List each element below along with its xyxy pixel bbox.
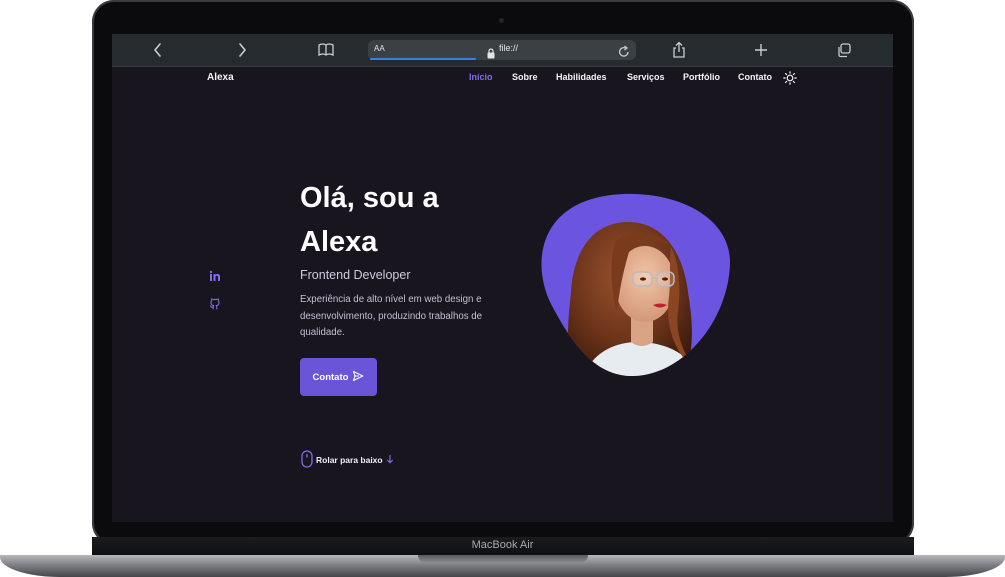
hero-description: Experiência de alto nível em web design …	[300, 294, 483, 338]
laptop-opening-notch	[418, 555, 588, 563]
tabs-overview-icon[interactable]	[837, 41, 851, 59]
lock-icon	[487, 44, 495, 63]
contact-button-label: Contato	[312, 371, 349, 383]
address-bar[interactable]: AA file://	[368, 40, 636, 60]
forward-icon[interactable]	[237, 41, 247, 59]
send-icon	[352, 370, 364, 385]
new-tab-icon[interactable]	[754, 41, 768, 59]
nav-link-contato[interactable]: Contato	[738, 72, 772, 82]
linkedin-icon[interactable]	[209, 267, 221, 286]
mouse-icon	[301, 450, 313, 470]
contact-button[interactable]: Contato	[300, 358, 377, 396]
device-model-label: MacBook Air	[471, 539, 534, 551]
browser-toolbar: AA file://	[112, 34, 893, 67]
bookmarks-icon[interactable]	[318, 41, 334, 59]
hero-title: Olá, sou a Alexa	[300, 176, 520, 264]
share-icon[interactable]	[672, 41, 686, 59]
hero-title-line2: Alexa	[300, 226, 378, 258]
reload-icon[interactable]	[618, 43, 630, 62]
nav-link-servicos[interactable]: Serviços	[627, 72, 665, 82]
webcam	[499, 18, 504, 23]
nav-link-portfolio[interactable]: Portfólio	[683, 72, 720, 82]
hero-subtitle: Frontend Developer	[300, 268, 411, 282]
nav-link-habilidades[interactable]: Habilidades	[556, 72, 607, 82]
url-text: file://	[499, 43, 519, 53]
sun-icon[interactable]	[783, 70, 797, 89]
page-load-progress	[370, 58, 476, 60]
github-icon[interactable]	[209, 295, 221, 314]
text-size-button[interactable]: AA	[374, 44, 385, 53]
scroll-down-link[interactable]: Rolar para baixo	[301, 450, 394, 470]
hero-title-line1: Olá, sou a	[300, 182, 439, 214]
profile-image	[533, 192, 733, 382]
nav-link-inicio[interactable]: Início	[469, 72, 493, 82]
site-logo[interactable]: Alexa	[207, 72, 234, 83]
nav-link-sobre[interactable]: Sobre	[512, 72, 538, 82]
back-icon[interactable]	[153, 41, 163, 59]
scroll-down-label: Rolar para baixo	[316, 455, 383, 465]
laptop-screen: AA file:// Alexa Início Sobre Habilidade…	[112, 34, 893, 522]
arrow-down-icon	[386, 454, 394, 466]
